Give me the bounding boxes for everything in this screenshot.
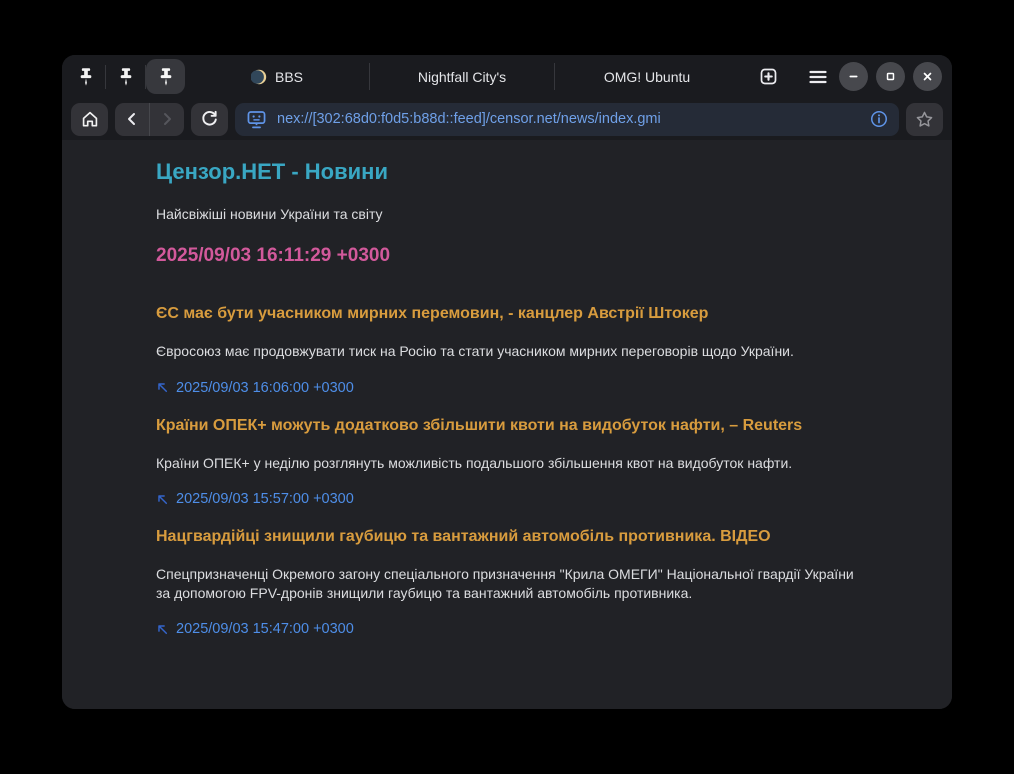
url-bar[interactable]: nex://[302:68d0:f0d5:b88d::feed]/censor.… xyxy=(235,103,899,136)
chevron-right-icon xyxy=(157,109,177,129)
back-button[interactable] xyxy=(115,103,149,136)
pinned-tab-3[interactable] xyxy=(146,59,185,94)
maximize-icon xyxy=(882,68,899,85)
article-link-label: 2025/09/03 16:06:00 +0300 xyxy=(176,380,354,396)
article-link[interactable]: 2025/09/03 15:47:00 +0300 xyxy=(156,621,870,637)
page-title: Цензор.НЕТ - Новини xyxy=(156,158,870,186)
minimize-icon xyxy=(845,68,862,85)
arrow-up-left-icon xyxy=(156,381,169,394)
window-controls xyxy=(839,62,942,91)
browser-window: BBS Nightfall City's OMG! Ubuntu xyxy=(62,55,952,709)
page-subtitle: Найсвіжіші новини України та світу xyxy=(156,205,870,223)
article-heading: Країни ОПЕК+ можуть додатково збільшити … xyxy=(156,416,870,436)
new-tab-icon xyxy=(757,65,780,88)
tab-label: Nightfall City's xyxy=(418,69,506,85)
tab-nightfall-city[interactable]: Nightfall City's xyxy=(370,55,554,98)
arrow-up-left-icon xyxy=(156,623,169,636)
bookmark-button[interactable] xyxy=(906,103,943,136)
reload-button[interactable] xyxy=(191,103,228,136)
tab-bbs[interactable]: BBS xyxy=(185,55,369,98)
home-icon xyxy=(79,108,101,130)
pushpin-icon xyxy=(76,66,96,88)
moon-favicon-icon xyxy=(251,69,267,85)
navigation-bar: nex://[302:68d0:f0d5:b88d::feed]/censor.… xyxy=(62,98,952,140)
pushpin-icon xyxy=(156,66,176,88)
home-button[interactable] xyxy=(71,103,108,136)
tab-label: BBS xyxy=(275,69,303,85)
minimize-button[interactable] xyxy=(839,62,868,91)
feed-updated-date: 2025/09/03 16:11:29 +0300 xyxy=(156,244,870,268)
history-nav xyxy=(115,103,184,136)
article-heading: Нацгвардійці знищили гаубицю та вантажни… xyxy=(156,527,870,547)
url-text[interactable]: nex://[302:68d0:f0d5:b88d::feed]/censor.… xyxy=(277,111,860,127)
maximize-button[interactable] xyxy=(876,62,905,91)
news-article: ЄС має бути учасником мирних перемовин, … xyxy=(156,304,870,396)
news-article: Нацгвардійці знищили гаубицю та вантажни… xyxy=(156,527,870,637)
article-summary: Євросоюз має продовжувати тиск на Росію … xyxy=(156,342,856,361)
reload-icon xyxy=(199,109,220,130)
star-icon xyxy=(914,109,935,130)
pushpin-icon xyxy=(116,66,136,88)
article-link-label: 2025/09/03 15:47:00 +0300 xyxy=(176,621,354,637)
close-button[interactable] xyxy=(913,62,942,91)
tab-omg-ubuntu[interactable]: OMG! Ubuntu xyxy=(555,55,739,98)
hamburger-icon xyxy=(806,65,830,89)
page-content: Цензор.НЕТ - Новини Найсвіжіші новини Ук… xyxy=(62,140,952,709)
article-link-label: 2025/09/03 15:57:00 +0300 xyxy=(176,491,354,507)
close-icon xyxy=(919,68,936,85)
chevron-left-icon xyxy=(122,109,142,129)
forward-button[interactable] xyxy=(150,103,184,136)
pinned-tab-1[interactable] xyxy=(66,59,105,94)
retro-computer-icon xyxy=(245,108,268,131)
menu-button[interactable] xyxy=(803,62,833,92)
new-tab-button[interactable] xyxy=(753,62,783,92)
article-link[interactable]: 2025/09/03 15:57:00 +0300 xyxy=(156,491,870,507)
article-link[interactable]: 2025/09/03 16:06:00 +0300 xyxy=(156,380,870,396)
article-summary: Спецпризначенці Окремого загону спеціаль… xyxy=(156,565,856,602)
info-icon[interactable] xyxy=(869,109,889,129)
news-article: Країни ОПЕК+ можуть додатково збільшити … xyxy=(156,416,870,508)
article-summary: Країни ОПЕК+ у неділю розглянуть можливі… xyxy=(156,454,856,473)
tab-label: OMG! Ubuntu xyxy=(604,69,690,85)
pinned-tab-2[interactable] xyxy=(106,59,145,94)
tab-bar: BBS Nightfall City's OMG! Ubuntu xyxy=(62,55,952,98)
article-heading: ЄС має бути учасником мирних перемовин, … xyxy=(156,304,870,324)
arrow-up-left-icon xyxy=(156,493,169,506)
